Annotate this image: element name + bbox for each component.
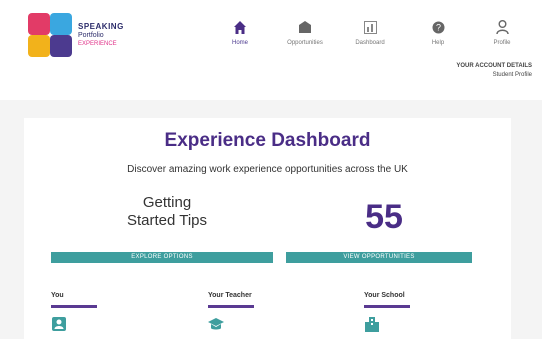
logo-mark-icon: [28, 13, 72, 57]
stat-label: Getting Started Tips: [72, 194, 262, 230]
svg-text:?: ?: [435, 22, 440, 32]
dashboard-icon: [361, 18, 379, 36]
column-underline: [208, 305, 254, 308]
page-subtitle: Discover amazing work experience opportu…: [127, 164, 408, 175]
nav-label-profile: Profile: [493, 40, 511, 46]
view-opportunities-button[interactable]: VIEW OPPORTUNITIES: [286, 252, 472, 263]
account-subtitle: Student Profile: [492, 72, 532, 78]
column-title-you: You: [51, 292, 64, 299]
column-title-school: Your School: [364, 292, 405, 299]
main-nav: Home Opportunities Dashboard ? Help Prof…: [210, 18, 530, 58]
graduation-cap-icon: [208, 316, 224, 332]
dashboard-card: Experience Dashboard Discover amazing wo…: [24, 118, 511, 339]
school-building-icon: [364, 316, 380, 332]
logo-line-1: SPEAKING: [78, 21, 124, 31]
profile-icon: [493, 18, 511, 36]
top-navigation-bar: SPEAKING Portfolio EXPERIENCE Home Oppor…: [0, 0, 542, 100]
stat-label-line-1: Getting: [142, 194, 192, 211]
account-info[interactable]: YOUR ACCOUNT DETAILS Student Profile: [456, 62, 532, 80]
nav-item-opportunities[interactable]: Opportunities: [275, 18, 335, 58]
column-your-teacher[interactable]: Your Teacher: [208, 292, 328, 332]
page-title: Experience Dashboard: [164, 130, 371, 151]
building-icon: [296, 18, 314, 36]
stat-label-line-2: Started Tips: [126, 212, 208, 229]
column-you[interactable]: You: [51, 292, 171, 332]
help-icon: ?: [429, 18, 447, 36]
column-title-teacher: Your Teacher: [208, 292, 252, 299]
account-title: YOUR ACCOUNT DETAILS: [456, 63, 532, 69]
nav-label-home: Home: [231, 40, 248, 46]
brand-logo[interactable]: SPEAKING Portfolio EXPERIENCE: [28, 12, 158, 58]
column-underline: [51, 305, 97, 308]
logo-line-2: Portfolio: [78, 31, 104, 39]
explore-options-button[interactable]: EXPLORE OPTIONS: [51, 252, 273, 263]
stat-value: 55: [365, 198, 403, 236]
nav-item-profile[interactable]: Profile: [472, 18, 532, 58]
logo-line-3: EXPERIENCE: [78, 40, 117, 47]
nav-label-help: Help: [431, 40, 445, 46]
nav-item-dashboard[interactable]: Dashboard: [340, 18, 400, 58]
nav-label-opportunities: Opportunities: [287, 40, 323, 46]
column-underline: [364, 305, 410, 308]
column-your-school[interactable]: Your School: [364, 292, 484, 332]
nav-item-home[interactable]: Home: [210, 18, 270, 58]
person-icon: [51, 316, 67, 332]
home-icon: [231, 18, 249, 36]
logo-text: SPEAKING Portfolio EXPERIENCE: [78, 22, 124, 49]
nav-item-help[interactable]: ? Help: [408, 18, 468, 58]
nav-label-dashboard: Dashboard: [355, 40, 385, 46]
